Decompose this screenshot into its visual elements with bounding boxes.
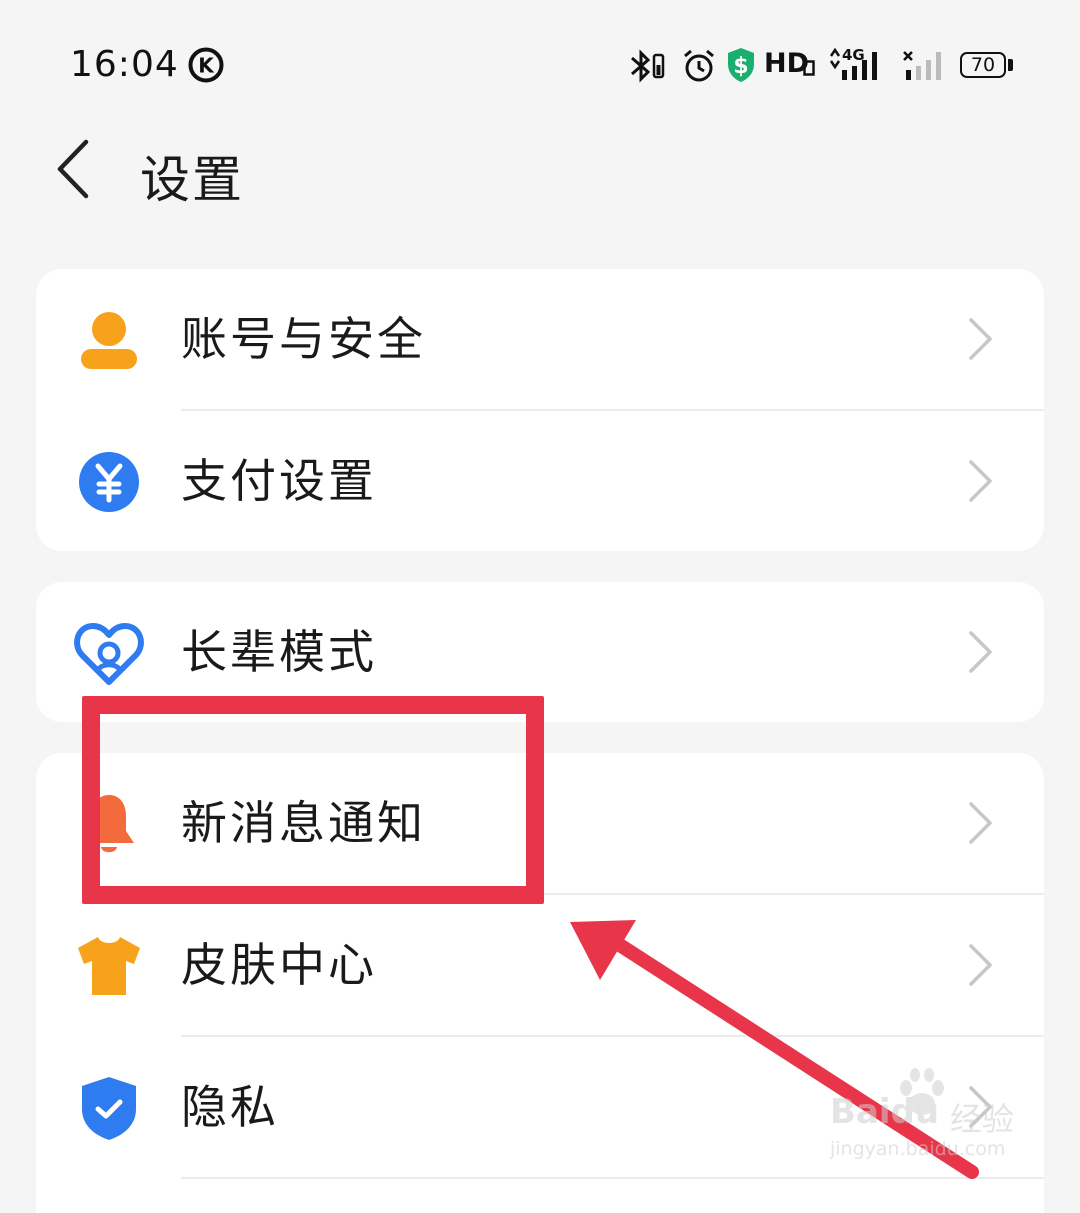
chevron-right-icon — [969, 460, 992, 502]
hd-small-box — [803, 60, 815, 76]
row-label: 账号与安全 — [181, 312, 426, 366]
tshirt-icon — [78, 937, 140, 995]
row-label: 长辈模式 — [181, 625, 377, 679]
alarm-icon — [684, 49, 714, 82]
row-label: 隐私 — [181, 1080, 279, 1134]
watermark-suffix: 经验 — [950, 1100, 1015, 1138]
chevron-right-icon — [969, 318, 992, 360]
row-account-security[interactable]: 账号与安全 — [36, 269, 1044, 409]
highlight-box — [82, 696, 544, 904]
bluetooth-icon — [631, 49, 665, 83]
battery-cap — [1008, 59, 1013, 71]
svg-text:4G: 4G — [842, 46, 865, 64]
yuan-icon — [79, 452, 139, 512]
svg-text:$: $ — [733, 54, 748, 79]
page-title: 设置 — [140, 151, 244, 209]
chevron-right-icon — [969, 631, 992, 673]
settings-card-account: 账号与安全 支付设置 — [36, 269, 1044, 551]
status-time: 16:04 — [70, 44, 179, 85]
signal-sim2-icon — [903, 51, 941, 80]
row-label: 皮肤中心 — [181, 938, 377, 992]
chevron-left-icon[interactable] — [52, 138, 96, 200]
row-label: 支付设置 — [181, 454, 377, 508]
status-bar: 16:04 K $ HD 4G 70 — [0, 0, 1080, 130]
row-payment-settings[interactable]: 支付设置 — [36, 411, 1044, 551]
signal-4g-icon: 4G — [829, 46, 877, 80]
heart-icon — [74, 623, 144, 685]
battery-level: 70 — [970, 54, 996, 76]
svg-text:K: K — [198, 54, 215, 78]
watermark-url: jingyan.baidu.com — [830, 1138, 1006, 1160]
shield-check-icon — [82, 1077, 136, 1140]
status-icons: $ HD 4G 70 — [628, 44, 1018, 88]
baidu-watermark: Baidu 经验 jingyan.baidu.com — [826, 1066, 1026, 1176]
watermark-brand: Baidu — [830, 1092, 940, 1132]
shield-dollar-icon: $ — [728, 48, 754, 82]
k-badge-icon: K — [188, 47, 224, 83]
person-icon — [81, 312, 137, 369]
chevron-right-icon — [969, 802, 992, 844]
